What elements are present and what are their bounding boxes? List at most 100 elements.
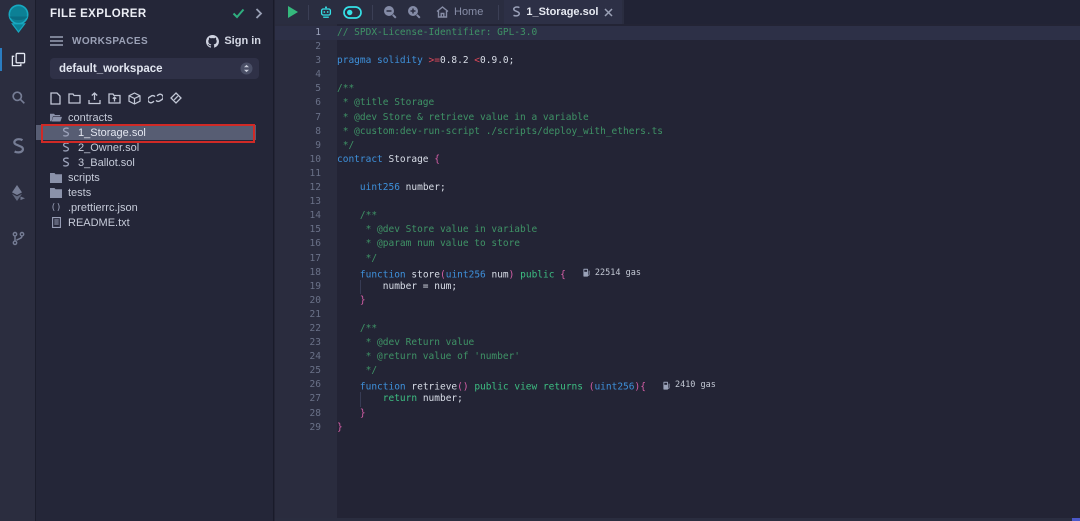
line-number: 18 (275, 266, 337, 280)
solidity-file-icon (512, 6, 521, 18)
line-number: 19 (275, 280, 337, 294)
json-icon: () (50, 203, 62, 213)
new-file-icon[interactable] (50, 92, 61, 105)
tree-item-contracts[interactable]: contracts (36, 110, 274, 125)
tab-home[interactable]: Home (426, 0, 493, 24)
tree-item-label: 1_Storage.sol (78, 127, 146, 139)
git-icon[interactable] (0, 223, 36, 254)
code-line-29[interactable]: 29} (275, 421, 1080, 435)
upload-folder-icon[interactable] (108, 92, 121, 104)
gas-pump-icon (663, 381, 671, 390)
code-line-4[interactable]: 4 (275, 68, 1080, 82)
code-line-6[interactable]: 6 * @title Storage (275, 96, 1080, 110)
line-content: * @dev Store & retrieve value in a varia… (337, 111, 589, 125)
line-content: } (337, 407, 366, 421)
code-line-16[interactable]: 16 * @param num value to store (275, 237, 1080, 251)
line-content: * @custom:dev-run-script ./scripts/deplo… (337, 125, 663, 139)
tree-item-label: scripts (68, 172, 100, 184)
line-content: return number; (337, 392, 463, 406)
tree-item--prettierrc-json[interactable]: () .prettierrc.json (36, 200, 274, 215)
code-line-21[interactable]: 21 (275, 308, 1080, 322)
new-folder-icon[interactable] (68, 92, 81, 104)
code-line-25[interactable]: 25 */ (275, 364, 1080, 378)
line-content: number = num; (337, 280, 457, 294)
tree-item-label: .prettierrc.json (68, 202, 138, 214)
code-line-20[interactable]: 20 } (275, 294, 1080, 308)
toolbar-divider (308, 5, 309, 20)
code-line-13[interactable]: 13 (275, 195, 1080, 209)
code-line-24[interactable]: 24 * @return value of 'number' (275, 350, 1080, 364)
sign-in-button[interactable]: Sign in (206, 35, 261, 48)
code-line-27[interactable]: 27 return number; (275, 392, 1080, 406)
code-line-17[interactable]: 17 */ (275, 252, 1080, 266)
code-line-15[interactable]: 15 * @dev Store value in variable (275, 223, 1080, 237)
gist-icon[interactable] (170, 92, 182, 104)
zoom-out-icon[interactable] (378, 0, 402, 24)
ai-assistant-icon[interactable] (314, 0, 338, 24)
line-number: 4 (275, 68, 337, 82)
code-line-28[interactable]: 28 } (275, 407, 1080, 421)
code-line-2[interactable]: 2 (275, 40, 1080, 54)
code-line-22[interactable]: 22 /** (275, 322, 1080, 336)
line-number: 1 (275, 26, 337, 40)
tree-item-readme-txt[interactable]: README.txt (36, 215, 274, 230)
workspace-stepper-icon[interactable] (240, 62, 253, 75)
line-content: contract Storage { (337, 153, 440, 167)
code-line-26[interactable]: 26 function retrieve() public view retur… (275, 378, 1080, 392)
line-number: 29 (275, 421, 337, 435)
remix-ide-window: FILE EXPLORER WORKSPACES Sign in default… (0, 0, 1080, 521)
upload-file-icon[interactable] (88, 92, 101, 105)
ai-toggle[interactable] (338, 0, 367, 24)
sign-in-label: Sign in (224, 35, 261, 47)
workspaces-menu-icon[interactable] (50, 36, 63, 46)
code-line-1[interactable]: 1// SPDX-License-Identifier: GPL-3.0 (275, 26, 1080, 40)
code-line-19[interactable]: 19 number = num; (275, 280, 1080, 294)
code-line-18[interactable]: 18 function store(uint256 num) public {2… (275, 266, 1080, 280)
line-number: 27 (275, 392, 337, 406)
chevron-right-icon[interactable] (255, 8, 263, 19)
code-line-12[interactable]: 12 uint256 number; (275, 181, 1080, 195)
code-line-8[interactable]: 8 * @custom:dev-run-script ./scripts/dep… (275, 125, 1080, 139)
code-line-5[interactable]: 5/** (275, 82, 1080, 96)
close-tab-icon[interactable] (603, 7, 614, 18)
tab-1-storage-sol[interactable]: 1_Storage.sol (504, 0, 622, 24)
code-line-11[interactable]: 11 (275, 167, 1080, 181)
link-icon[interactable] (148, 93, 163, 104)
line-content: */ (337, 252, 377, 266)
tree-item-2-owner-sol[interactable]: 2_Owner.sol (36, 140, 274, 155)
remix-logo[interactable] (0, 0, 36, 38)
code-line-9[interactable]: 9 */ (275, 139, 1080, 153)
line-number: 5 (275, 82, 337, 96)
file-icon (50, 217, 62, 228)
code-line-10[interactable]: 10contract Storage { (275, 153, 1080, 167)
tree-item-label: 2_Owner.sol (78, 142, 139, 154)
tree-item-label: tests (68, 187, 91, 199)
search-icon[interactable] (0, 82, 36, 113)
file-explorer-icon[interactable] (0, 44, 36, 75)
code-line-7[interactable]: 7 * @dev Store & retrieve value in a var… (275, 111, 1080, 125)
code-line-14[interactable]: 14 /** (275, 209, 1080, 223)
line-content: */ (337, 364, 377, 378)
line-number: 16 (275, 237, 337, 251)
code-line-3[interactable]: 3pragma solidity >=0.8.2 <0.9.0; (275, 54, 1080, 68)
workspace-select[interactable]: default_workspace (50, 58, 259, 79)
deploy-run-icon[interactable] (0, 177, 36, 208)
tree-item-label: contracts (68, 112, 113, 124)
run-script-button[interactable] (282, 0, 303, 24)
folder-icon (50, 173, 62, 183)
line-number: 7 (275, 111, 337, 125)
accept-check-icon[interactable] (232, 8, 245, 19)
solidity-compiler-icon[interactable] (0, 130, 36, 161)
tree-item-tests[interactable]: tests (36, 185, 274, 200)
cube-icon[interactable] (128, 92, 141, 105)
code-line-23[interactable]: 23 * @dev Return value (275, 336, 1080, 350)
tree-item-1-storage-sol[interactable]: 1_Storage.sol (36, 125, 256, 140)
zoom-in-icon[interactable] (402, 0, 426, 24)
line-content: function store(uint256 num) public {2251… (337, 266, 641, 280)
folder-icon (50, 188, 62, 198)
tree-item-3-ballot-sol[interactable]: 3_Ballot.sol (36, 155, 274, 170)
line-number: 12 (275, 181, 337, 195)
tree-item-scripts[interactable]: scripts (36, 170, 274, 185)
workspaces-label: WORKSPACES (72, 36, 206, 47)
code-editor[interactable]: 1// SPDX-License-Identifier: GPL-3.023pr… (275, 24, 1080, 521)
